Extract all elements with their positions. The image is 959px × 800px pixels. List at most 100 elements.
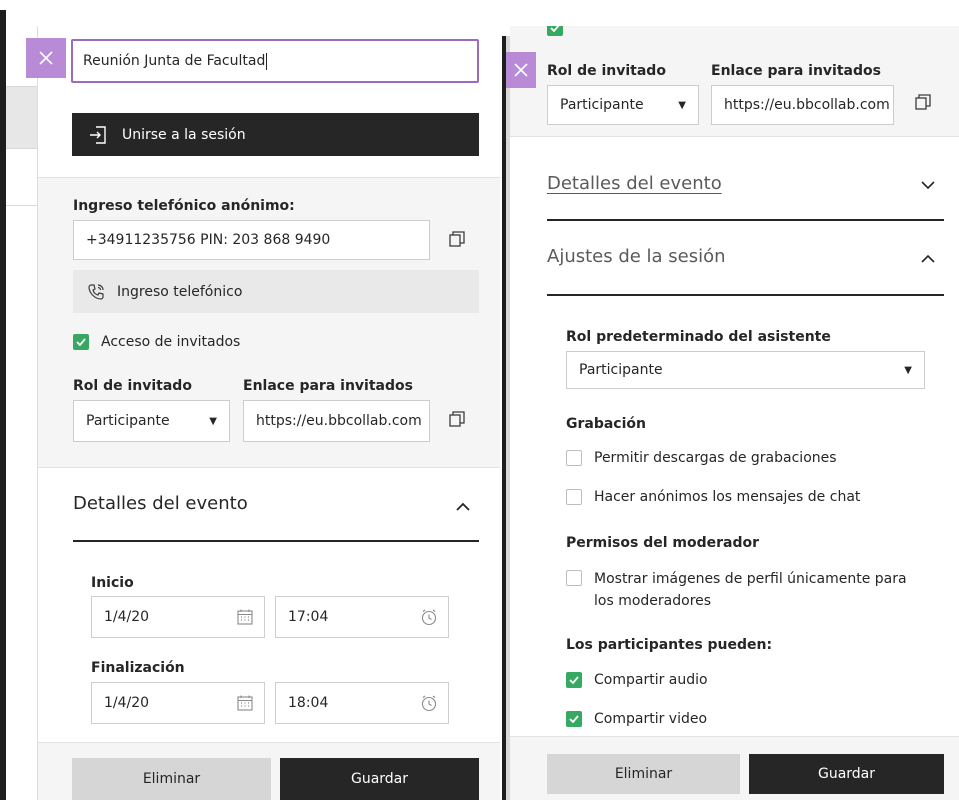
- end-time-field[interactable]: 18:04: [275, 682, 449, 724]
- end-label: Finalización: [91, 660, 185, 676]
- guest-access-checkbox-partial[interactable]: [547, 26, 563, 36]
- anonymize-chat-checkbox[interactable]: [566, 489, 582, 505]
- recording-heading: Grabación: [566, 416, 646, 432]
- guest-role-select[interactable]: Participante ▼: [547, 85, 699, 125]
- default-role-select[interactable]: Participante ▼: [566, 351, 925, 389]
- close-panel-button[interactable]: [26, 38, 66, 78]
- profile-images-checkbox[interactable]: [566, 570, 582, 586]
- session-panel-right: Rol de invitado Enlace para invitados Pa…: [510, 26, 959, 800]
- guest-role-value: Participante: [86, 413, 170, 429]
- event-details-title[interactable]: Detalles del evento: [73, 493, 248, 514]
- guest-access-checkbox[interactable]: [73, 334, 89, 350]
- phone-pin-value: +34911235756 PIN: 203 868 9490: [86, 232, 331, 248]
- profile-images-label-line1: Mostrar imágenes de perfil únicamente pa…: [594, 571, 907, 587]
- allow-downloads-row[interactable]: Permitir descargas de grabaciones: [566, 450, 837, 466]
- end-time-value: 18:04: [288, 695, 329, 711]
- guest-link-field[interactable]: https://eu.bbcollab.com: [243, 400, 430, 442]
- backdrop-left-row: [6, 86, 38, 148]
- start-label: Inicio: [91, 575, 134, 591]
- session-title-input[interactable]: Reunión Junta de Facultad: [71, 39, 479, 83]
- join-session-label: Unirse a la sesión: [122, 126, 246, 143]
- backdrop-divider: [6, 205, 38, 206]
- phone-join-label: Ingreso telefónico: [117, 283, 243, 300]
- share-video-checkbox[interactable]: [566, 711, 582, 727]
- end-date-field[interactable]: 1/4/20: [91, 682, 265, 724]
- copy-icon[interactable]: [448, 230, 466, 248]
- section-rule: [547, 294, 944, 296]
- delete-button[interactable]: Eliminar: [547, 754, 740, 794]
- enter-icon: [90, 125, 106, 144]
- close-panel-button[interactable]: [506, 52, 536, 88]
- share-audio-checkbox[interactable]: [566, 672, 582, 688]
- session-settings-title[interactable]: Ajustes de la sesión: [547, 246, 726, 267]
- session-title-field[interactable]: Reunión Junta de Facultad: [71, 39, 479, 83]
- phone-pin-field[interactable]: +34911235756 PIN: 203 868 9490: [73, 220, 430, 260]
- checkmark-icon: [76, 338, 86, 346]
- guest-link-field[interactable]: https://eu.bbcollab.com: [711, 85, 894, 125]
- guest-role-value: Participante: [560, 97, 644, 113]
- share-audio-label: Compartir audio: [594, 672, 708, 688]
- guest-link-heading: Enlace para invitados: [711, 63, 881, 79]
- calendar-icon[interactable]: [236, 608, 254, 626]
- share-video-row[interactable]: Compartir video: [566, 711, 707, 727]
- divider: [510, 136, 959, 137]
- guest-access-label: Acceso de invitados: [101, 334, 241, 350]
- chevron-up-icon[interactable]: [921, 254, 935, 263]
- calendar-icon[interactable]: [236, 694, 254, 712]
- allow-downloads-label: Permitir descargas de grabaciones: [594, 450, 837, 466]
- allow-downloads-checkbox[interactable]: [566, 450, 582, 466]
- start-date-field[interactable]: 1/4/20: [91, 596, 265, 638]
- phone-icon: [88, 283, 104, 300]
- chevron-up-icon[interactable]: [456, 502, 470, 511]
- guest-link-heading: Enlace para invitados: [243, 378, 413, 394]
- anonymize-chat-row[interactable]: Hacer anónimos los mensajes de chat: [566, 489, 860, 505]
- profile-images-label-line2: los moderadores: [594, 593, 712, 609]
- session-title-value: Reunión Junta de Facultad: [83, 53, 266, 69]
- copy-icon[interactable]: [448, 410, 466, 428]
- session-panel-left: Reunión Junta de Facultad Unirse a la se…: [38, 26, 500, 800]
- default-role-value: Participante: [579, 362, 663, 378]
- divider: [38, 467, 500, 468]
- guest-access-checkbox-row[interactable]: Acceso de invitados: [73, 334, 240, 350]
- clock-icon[interactable]: [420, 694, 438, 712]
- dropdown-arrow-icon: ▼: [209, 415, 217, 427]
- backdrop-divider: [6, 148, 38, 149]
- anonymize-chat-label: Hacer anónimos los mensajes de chat: [594, 489, 861, 505]
- save-button[interactable]: Guardar: [280, 758, 479, 800]
- guest-link-value: https://eu.bbcollab.com: [256, 413, 422, 429]
- checkmark-icon: [550, 26, 560, 32]
- section-rule: [73, 540, 479, 542]
- backdrop-divider: [6, 86, 38, 87]
- start-date-value: 1/4/20: [104, 609, 150, 625]
- chevron-down-icon[interactable]: [921, 181, 935, 190]
- checkmark-icon: [569, 676, 579, 684]
- end-date-value: 1/4/20: [104, 695, 150, 711]
- guest-role-heading: Rol de invitado: [547, 63, 666, 79]
- default-role-heading: Rol predeterminado del asistente: [566, 329, 831, 345]
- profile-images-row[interactable]: Mostrar imágenes de perfil únicamente pa…: [566, 568, 907, 612]
- start-time-value: 17:04: [288, 609, 329, 625]
- checkmark-icon: [569, 715, 579, 723]
- join-session-button[interactable]: Unirse a la sesión: [72, 113, 479, 156]
- close-icon: [39, 51, 53, 65]
- share-audio-row[interactable]: Compartir audio: [566, 672, 708, 688]
- save-button[interactable]: Guardar: [749, 754, 944, 794]
- section-rule: [547, 219, 944, 221]
- dropdown-arrow-icon: ▼: [904, 364, 912, 376]
- share-video-label: Compartir video: [594, 711, 708, 727]
- clock-icon[interactable]: [420, 608, 438, 626]
- delete-button[interactable]: Eliminar: [72, 758, 271, 800]
- copy-icon[interactable]: [914, 93, 932, 111]
- moderator-heading: Permisos del moderador: [566, 535, 760, 551]
- profile-images-label: Mostrar imágenes de perfil únicamente pa…: [594, 568, 907, 612]
- phone-join-button[interactable]: Ingreso telefónico: [73, 270, 479, 313]
- participants-heading: Los participantes pueden:: [566, 637, 773, 653]
- event-details-title[interactable]: Detalles del evento: [547, 173, 722, 194]
- close-icon: [514, 63, 528, 77]
- guest-link-value: https://eu.bbcollab.com: [724, 97, 890, 113]
- start-time-field[interactable]: 17:04: [275, 596, 449, 638]
- guest-role-select[interactable]: Participante ▼: [73, 400, 230, 442]
- guest-role-heading: Rol de invitado: [73, 378, 192, 394]
- phone-heading: Ingreso telefónico anónimo:: [73, 198, 295, 214]
- dropdown-arrow-icon: ▼: [678, 99, 686, 111]
